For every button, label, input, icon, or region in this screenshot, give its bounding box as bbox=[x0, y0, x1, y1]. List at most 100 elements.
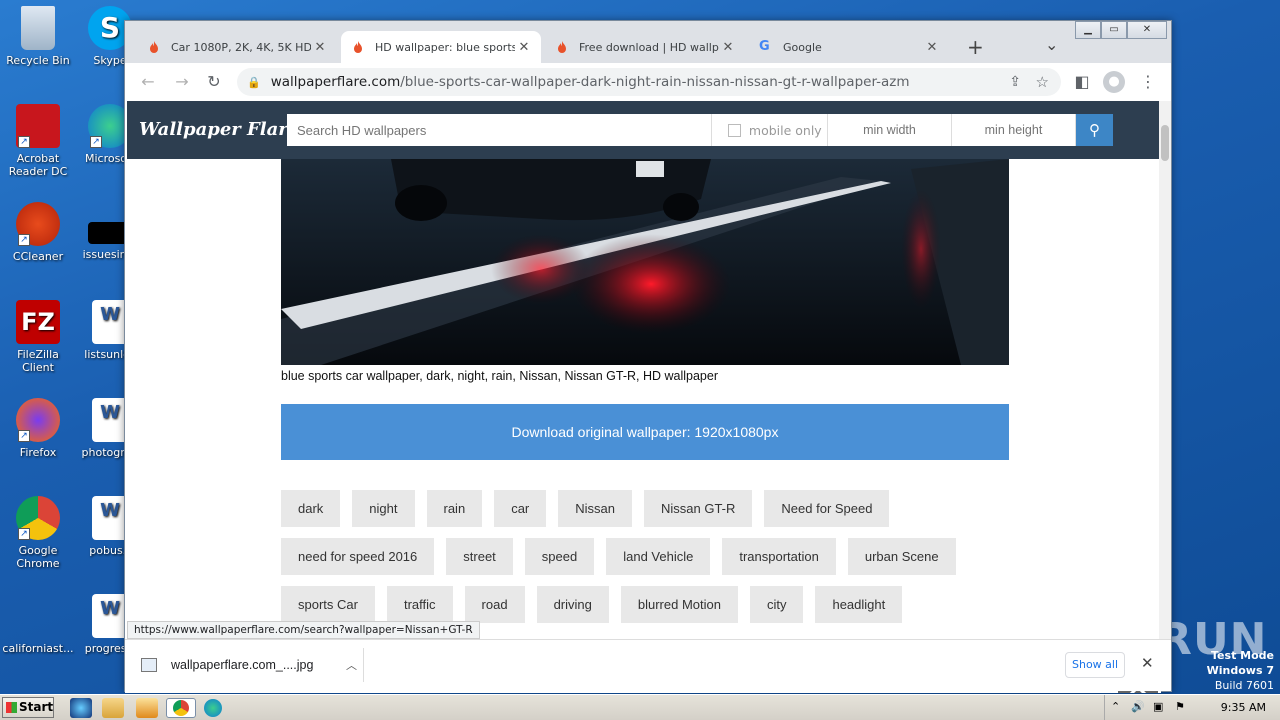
tag-link[interactable]: Nissan GT-R bbox=[644, 490, 753, 527]
recycle-bin-shortcut[interactable]: Recycle Bin bbox=[0, 6, 76, 67]
mobile-only-toggle[interactable]: mobile only bbox=[712, 114, 828, 146]
edge-taskbar-icon[interactable] bbox=[204, 699, 222, 717]
tag-link[interactable]: street bbox=[446, 538, 513, 575]
action-center-flag-icon[interactable]: ⚑ bbox=[1175, 700, 1185, 713]
reload-icon[interactable]: ↻ bbox=[203, 71, 225, 93]
tab-title: Free download | HD wallpape bbox=[579, 40, 719, 54]
tab-car-wallpapers[interactable]: Car 1080P, 2K, 4K, 5K HD wa ✕ bbox=[137, 31, 337, 63]
start-label: Start bbox=[19, 700, 54, 714]
tag-link[interactable]: driving bbox=[536, 586, 609, 623]
mobile-only-checkbox[interactable] bbox=[727, 123, 741, 137]
firefox-shortcut[interactable]: ↗ Firefox bbox=[0, 398, 76, 459]
tag-link[interactable]: headlight bbox=[815, 586, 903, 623]
tag-link[interactable]: urban Scene bbox=[847, 538, 956, 575]
tag-list: dark night rain car Nissan Nissan GT-R N… bbox=[281, 490, 1021, 634]
word-document-icon: W bbox=[92, 594, 128, 638]
close-window-button[interactable]: ✕ bbox=[1127, 21, 1167, 39]
page-scrollbar[interactable] bbox=[1159, 101, 1171, 639]
chrome-window: Car 1080P, 2K, 4K, 5K HD wa ✕ HD wallpap… bbox=[124, 20, 1172, 693]
tab-close-icon[interactable]: ✕ bbox=[721, 40, 735, 55]
min-width-input[interactable] bbox=[827, 114, 952, 146]
wallpaper-caption: blue sports car wallpaper, dark, night, … bbox=[281, 369, 718, 383]
divider bbox=[363, 648, 364, 682]
system-tray: ⌃ 🔊 ▣ ⚑ 9:35 AM bbox=[1104, 695, 1280, 720]
tab-hd-wallpaper-active[interactable]: HD wallpaper: blue sports car ✕ bbox=[341, 31, 541, 63]
bookmark-star-icon[interactable]: ☆ bbox=[1036, 73, 1049, 91]
californiast-file[interactable]: californiast... bbox=[0, 594, 76, 655]
acrobat-shortcut[interactable]: ↗ Acrobat Reader DC bbox=[0, 104, 76, 178]
profile-avatar-icon[interactable]: ● bbox=[1103, 71, 1125, 93]
desktop-icon-label: californiast... bbox=[2, 642, 74, 655]
tag-link[interactable]: Nissan bbox=[558, 490, 632, 527]
chrome-icon: ↗ bbox=[16, 496, 60, 540]
explorer-folder-icon[interactable] bbox=[102, 698, 124, 718]
test-mode-line: Build 7601 bbox=[1214, 679, 1274, 692]
flame-favicon-icon bbox=[147, 40, 161, 54]
min-height-input[interactable] bbox=[951, 114, 1076, 146]
show-all-button[interactable]: Show all bbox=[1065, 652, 1125, 678]
chrome-shortcut[interactable]: ↗ Google Chrome bbox=[0, 496, 76, 570]
desktop-icon-label: Firefox bbox=[19, 446, 57, 459]
scrollbar-thumb[interactable] bbox=[1161, 125, 1169, 161]
web-page: Wallpaper Flare mobile only ⚲ bbox=[125, 101, 1161, 693]
tag-link[interactable]: city bbox=[749, 586, 804, 623]
back-arrow-icon[interactable]: ← bbox=[137, 71, 159, 93]
tag-link[interactable]: Need for Speed bbox=[764, 490, 890, 527]
menu-kebab-icon[interactable]: ⋮ bbox=[1137, 71, 1159, 93]
tag-link[interactable]: road bbox=[464, 586, 525, 623]
system-clock[interactable]: 9:35 AM bbox=[1221, 701, 1266, 714]
start-button[interactable]: Start bbox=[2, 697, 54, 718]
tag-link[interactable]: speed bbox=[524, 538, 595, 575]
tab-google[interactable]: G Google ✕ bbox=[749, 31, 949, 63]
ie-taskbar-icon[interactable] bbox=[70, 698, 92, 718]
download-item[interactable]: wallpaperflare.com_....jpg ︿ bbox=[141, 648, 357, 682]
tag-link[interactable]: blurred Motion bbox=[620, 586, 738, 623]
desktop-icon-label: Recycle Bin bbox=[6, 54, 70, 67]
filezilla-shortcut[interactable]: FZ FileZilla Client bbox=[0, 300, 76, 374]
mobile-only-label: mobile only bbox=[748, 122, 822, 138]
tag-link[interactable]: car bbox=[494, 490, 547, 527]
search-button[interactable]: ⚲ bbox=[1075, 114, 1113, 146]
volume-icon[interactable]: 🔊 bbox=[1131, 700, 1145, 713]
chevron-up-icon[interactable]: ︿ bbox=[346, 657, 357, 673]
maximize-button[interactable]: ▭ bbox=[1101, 21, 1127, 39]
media-player-icon[interactable] bbox=[136, 698, 158, 718]
tag-link[interactable]: rain bbox=[426, 490, 483, 527]
forward-arrow-icon[interactable]: → bbox=[171, 71, 193, 93]
tab-close-icon[interactable]: ✕ bbox=[925, 40, 939, 55]
word-document-icon: W bbox=[92, 496, 128, 540]
share-icon[interactable]: ⇪ bbox=[1009, 74, 1021, 90]
tag-link[interactable]: need for speed 2016 bbox=[281, 538, 435, 575]
tab-free-download[interactable]: Free download | HD wallpape ✕ bbox=[545, 31, 745, 63]
network-icon[interactable]: ▣ bbox=[1153, 700, 1163, 713]
tag-row: sports Car traffic road driving blurred … bbox=[281, 586, 1021, 623]
filezilla-icon: FZ bbox=[16, 300, 60, 344]
wallpaper-image[interactable] bbox=[281, 159, 1009, 365]
show-hidden-icons-icon[interactable]: ⌃ bbox=[1111, 700, 1120, 713]
search-input[interactable] bbox=[287, 114, 712, 146]
acrobat-icon: ↗ bbox=[16, 104, 60, 148]
tag-link[interactable]: transportation bbox=[722, 538, 836, 575]
ccleaner-shortcut[interactable]: ↗ CCleaner bbox=[0, 202, 76, 263]
side-panel-icon[interactable]: ◧ bbox=[1071, 71, 1093, 93]
tag-link[interactable]: night bbox=[352, 490, 415, 527]
tag-link[interactable]: traffic bbox=[386, 586, 453, 623]
tab-close-icon[interactable]: ✕ bbox=[517, 40, 531, 55]
address-bar[interactable]: 🔒 wallpaperflare.com/blue-sports-car-wal… bbox=[237, 68, 1061, 96]
download-file-name: wallpaperflare.com_....jpg bbox=[171, 658, 314, 672]
download-original-button[interactable]: Download original wallpaper: 1920x1080px bbox=[281, 404, 1009, 460]
tab-search-chevron-icon[interactable]: ⌄ bbox=[1045, 35, 1058, 54]
windows-flag-icon bbox=[6, 702, 17, 713]
desktop-icon-label: Skype bbox=[93, 54, 127, 67]
tag-link[interactable]: sports Car bbox=[281, 586, 375, 623]
chrome-taskbar-icon[interactable] bbox=[166, 698, 196, 718]
minimize-button[interactable]: ▁ bbox=[1075, 21, 1101, 39]
tag-link[interactable]: land Vehicle bbox=[606, 538, 711, 575]
tab-close-icon[interactable]: ✕ bbox=[313, 40, 327, 55]
new-tab-button[interactable]: + bbox=[967, 35, 984, 59]
site-logo[interactable]: Wallpaper Flare bbox=[139, 119, 299, 140]
url-host: wallpaperflare.com bbox=[270, 74, 401, 90]
desktop-icon-label: Acrobat Reader DC bbox=[8, 152, 68, 178]
close-icon[interactable]: ✕ bbox=[1141, 654, 1154, 672]
tag-link[interactable]: dark bbox=[281, 490, 341, 527]
